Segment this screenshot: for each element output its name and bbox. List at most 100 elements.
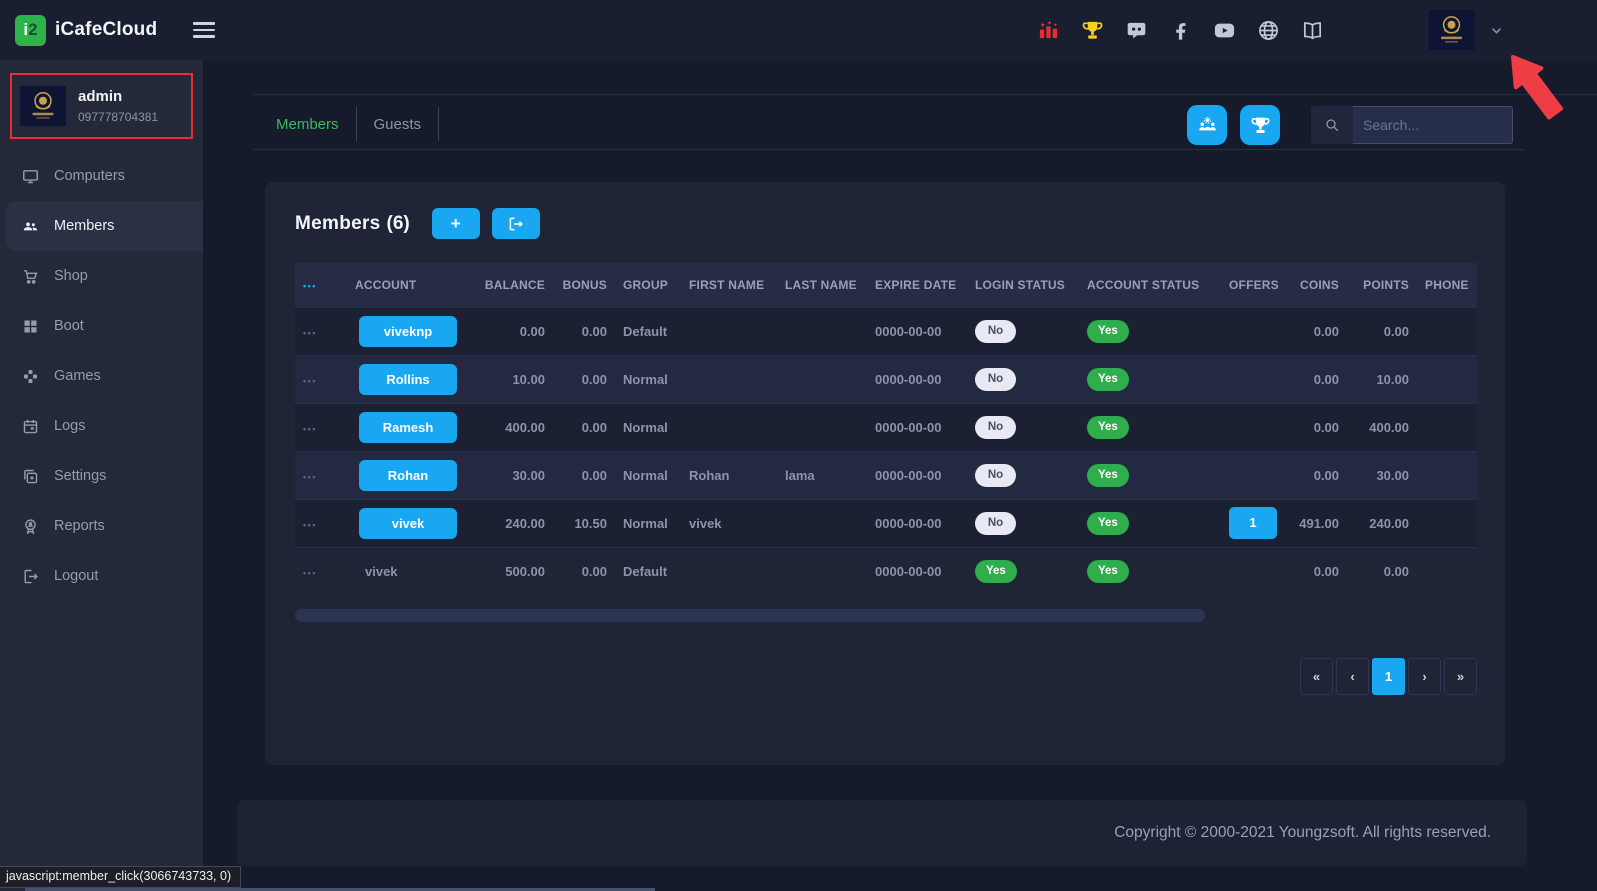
sidebar-item-logs[interactable]: Logs: [0, 401, 203, 451]
account-status-pill: Yes: [1087, 368, 1129, 391]
sidebar-item-members[interactable]: Members: [6, 201, 203, 251]
sidebar-item-shop[interactable]: Shop: [0, 251, 203, 301]
cell-phone: [1417, 451, 1477, 499]
offers-badge[interactable]: 1: [1229, 507, 1277, 539]
account-label[interactable]: vivek: [365, 564, 398, 579]
members-table: •••ACCOUNTBALANCEBONUSGROUPFIRST NAMELAS…: [295, 263, 1477, 595]
discord-icon[interactable]: [1125, 19, 1148, 42]
user-avatar[interactable]: [1428, 10, 1475, 50]
login-status-pill: No: [975, 320, 1016, 343]
youtube-icon[interactable]: [1213, 19, 1236, 42]
cell-actions: •••: [295, 451, 347, 499]
row-actions-icon[interactable]: •••: [303, 472, 317, 482]
tab-guests[interactable]: Guests: [357, 116, 439, 133]
account-button[interactable]: vivek: [359, 508, 457, 539]
tab-members[interactable]: Members: [259, 116, 356, 133]
account-button[interactable]: Rollins: [359, 364, 457, 395]
cell-balance: 10.00: [465, 355, 553, 403]
sidebar-item-computers[interactable]: Computers: [0, 151, 203, 201]
sidebar: admin 097778704381 ComputersMembersShopB…: [0, 60, 203, 891]
rank-stats-icon[interactable]: [1037, 19, 1060, 42]
member-row: •••Rohan30.000.00NormalRohanlama0000-00-…: [295, 451, 1477, 499]
menu-toggle-icon[interactable]: [189, 14, 219, 46]
cell-expire-date: 0000-00-00: [867, 307, 967, 355]
columns-settings-icon[interactable]: •••: [303, 281, 317, 291]
cell-bonus: 0.00: [553, 547, 615, 595]
login-status-pill: Yes: [975, 560, 1017, 583]
cell-bonus: 0.00: [553, 451, 615, 499]
cell-first-name: [681, 307, 777, 355]
cell-points: 0.00: [1347, 547, 1417, 595]
facebook-icon[interactable]: [1169, 19, 1192, 42]
sidebar-item-boot[interactable]: Boot: [0, 301, 203, 351]
divider: [438, 107, 439, 141]
export-members-button[interactable]: [492, 208, 540, 239]
cell-last-name: [777, 499, 867, 547]
row-actions-icon[interactable]: •••: [303, 520, 317, 530]
sidebar-menu: ComputersMembersShopBootGamesLogsSetting…: [0, 151, 203, 601]
cell-offers: [1221, 307, 1283, 355]
cell-account: Rollins: [347, 355, 465, 403]
account-button[interactable]: viveknp: [359, 316, 457, 347]
panel-count: (6): [387, 213, 410, 235]
copyright-text: Copyright © 2000-2021 Youngzsoft. All ri…: [1114, 824, 1491, 842]
cell-actions: •••: [295, 307, 347, 355]
account-status-pill: Yes: [1087, 464, 1129, 487]
chevron-down-icon[interactable]: [1488, 22, 1505, 39]
pagination-last[interactable]: »: [1444, 658, 1477, 695]
browser-status-tooltip: javascript:member_click(3066743733, 0): [0, 866, 241, 888]
table-body: •••viveknp0.000.00Default0000-00-00NoYes…: [295, 307, 1477, 595]
cell-group: Default: [615, 307, 681, 355]
login-status-pill: No: [975, 416, 1016, 439]
column-header-offers: OFFERS: [1221, 263, 1283, 307]
column-header-last-name: LAST NAME: [777, 263, 867, 307]
sidebar-item-logout[interactable]: Logout: [0, 551, 203, 601]
account-status-pill: Yes: [1087, 560, 1129, 583]
cell-offers: 1: [1221, 499, 1283, 547]
sidebar-item-games[interactable]: Games: [0, 351, 203, 401]
users-icon: [22, 218, 39, 235]
calendar-icon: [22, 418, 39, 435]
cell-first-name: [681, 355, 777, 403]
app-logo-icon: i2: [15, 15, 46, 46]
members-panel: Members (6) + •••ACCOUNTBALANCEBONUSGROU…: [265, 182, 1505, 765]
search-icon: [1311, 106, 1353, 144]
app-logo[interactable]: i2 iCafeCloud: [0, 15, 157, 46]
account-button[interactable]: Ramesh: [359, 412, 457, 443]
cell-bonus: 0.00: [553, 355, 615, 403]
profile-name: admin: [78, 88, 158, 105]
sidebar-item-reports[interactable]: Reports: [0, 501, 203, 551]
cell-last-name: [777, 307, 867, 355]
sidebar-item-settings[interactable]: Settings: [0, 451, 203, 501]
website-globe-icon[interactable]: [1257, 19, 1280, 42]
member-row: •••vivek500.000.00Default0000-00-00YesYe…: [295, 547, 1477, 595]
cell-expire-date: 0000-00-00: [867, 403, 967, 451]
column-header-login-status: LOGIN STATUS: [967, 263, 1079, 307]
pagination-next[interactable]: ›: [1408, 658, 1441, 695]
member-row: •••vivek240.0010.50Normalvivek0000-00-00…: [295, 499, 1477, 547]
cell-offers: [1221, 355, 1283, 403]
search-input[interactable]: [1353, 106, 1513, 144]
horizontal-scrollbar[interactable]: [295, 609, 1205, 622]
row-actions-icon[interactable]: •••: [303, 568, 317, 578]
pagination-first[interactable]: «: [1300, 658, 1333, 695]
row-actions-icon[interactable]: •••: [303, 424, 317, 434]
layers-icon: [22, 468, 39, 485]
account-button[interactable]: Rohan: [359, 460, 457, 491]
column-header-bonus: BONUS: [553, 263, 615, 307]
cell-group: Normal: [615, 499, 681, 547]
row-actions-icon[interactable]: •••: [303, 328, 317, 338]
pagination-prev[interactable]: ‹: [1336, 658, 1369, 695]
sidebar-profile[interactable]: admin 097778704381: [10, 73, 193, 139]
add-member-button[interactable]: +: [432, 208, 480, 239]
pagination: «‹1›»: [1300, 658, 1477, 695]
cart-icon: [22, 268, 39, 285]
rewards-trophy-icon[interactable]: [1081, 19, 1104, 42]
row-actions-icon[interactable]: •••: [303, 376, 317, 386]
cell-phone: [1417, 355, 1477, 403]
rewards-button[interactable]: [1240, 105, 1280, 145]
member-groups-button[interactable]: [1187, 105, 1227, 145]
docs-book-icon[interactable]: [1301, 19, 1324, 42]
cell-last-name: [777, 355, 867, 403]
pagination-page-1[interactable]: 1: [1372, 658, 1405, 695]
